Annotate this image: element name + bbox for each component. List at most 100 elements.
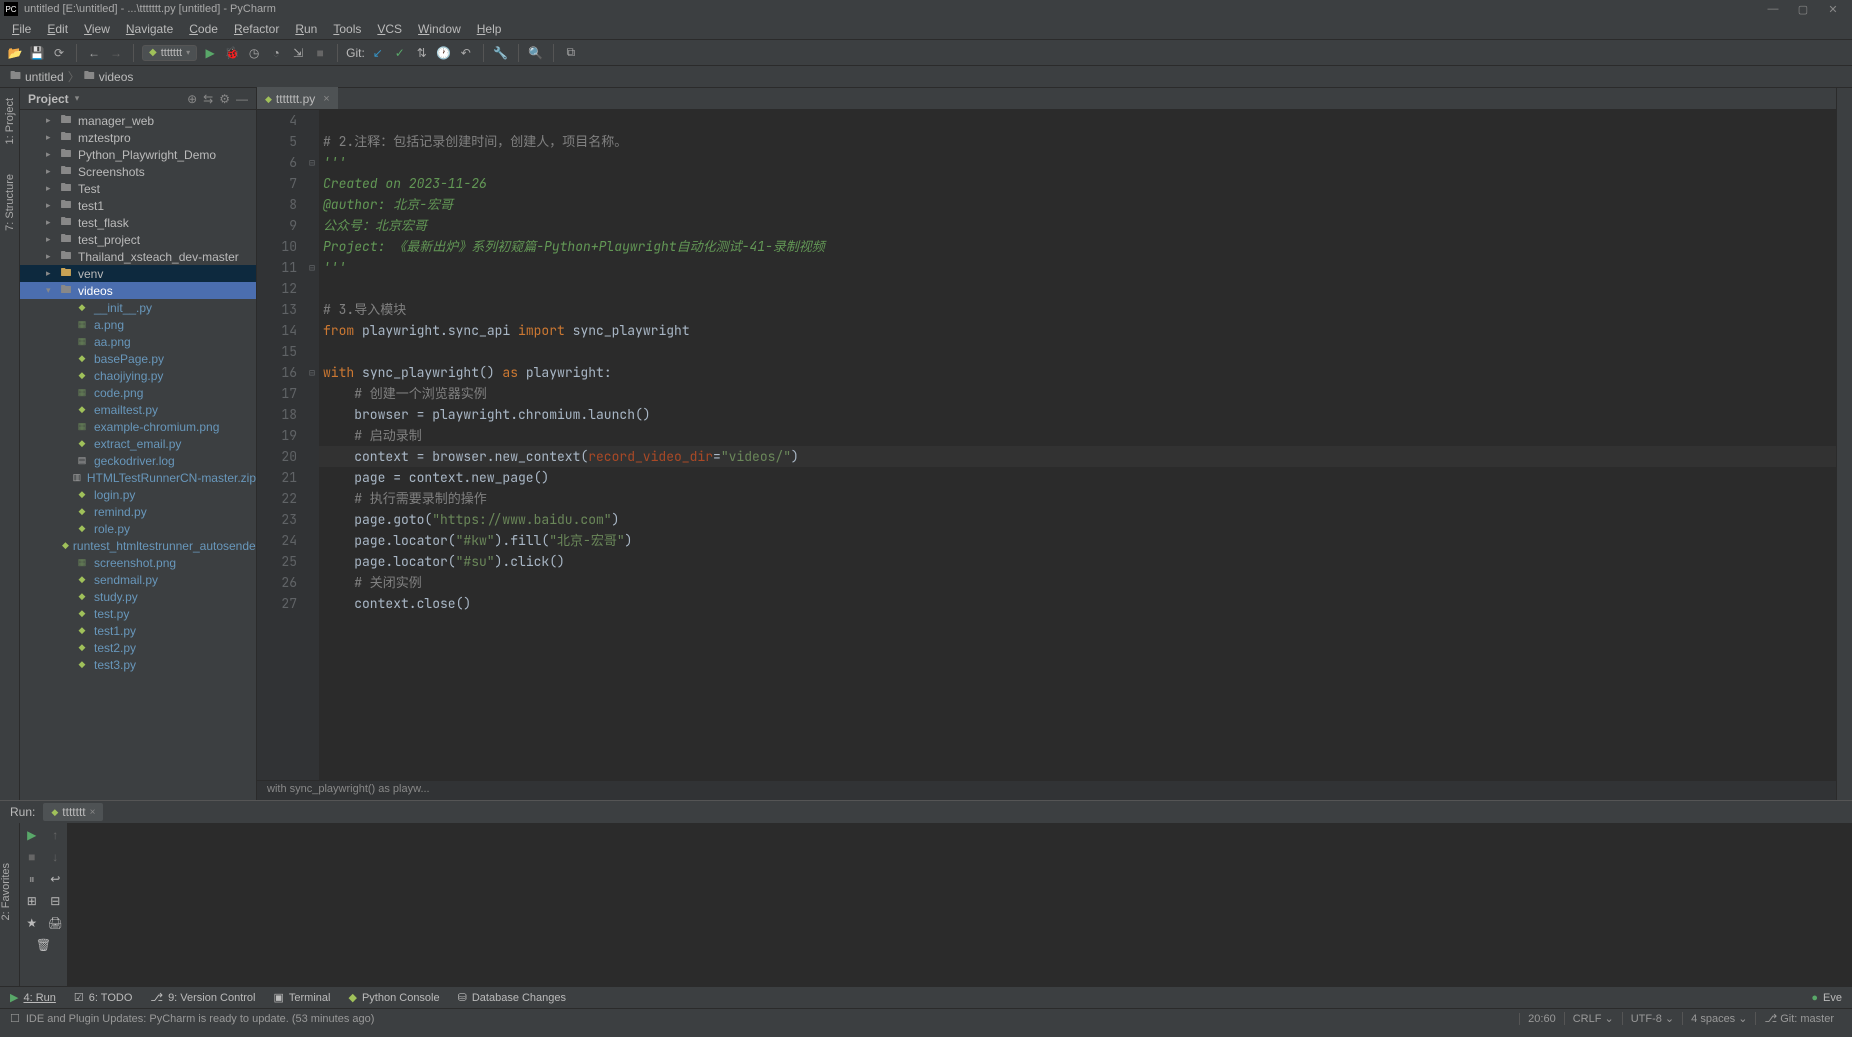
tree-item[interactable]: ◆extract_email.py — [20, 435, 256, 452]
indent-config[interactable]: 4 spaces ⌄ — [1682, 1012, 1755, 1025]
menu-navigate[interactable]: Navigate — [118, 20, 181, 38]
file-encoding[interactable]: UTF-8 ⌄ — [1622, 1012, 1682, 1025]
forward-icon[interactable]: → — [107, 44, 125, 62]
git-history-icon[interactable]: 🕐 — [435, 44, 453, 62]
tree-item[interactable]: ◆login.py — [20, 486, 256, 503]
vcs-toolwindow-button[interactable]: ⎇9: Version Control — [150, 991, 255, 1004]
menu-run[interactable]: Run — [287, 20, 325, 38]
run-output[interactable] — [68, 823, 1852, 986]
layout-icon[interactable]: ⊞ — [24, 893, 40, 909]
debug-icon[interactable]: 🐞 — [223, 44, 241, 62]
editor-breadcrumb[interactable]: with sync_playwright() as playw... — [257, 780, 1836, 800]
chevron-down-icon[interactable]: ▾ — [75, 93, 80, 104]
fold-gutter[interactable]: ⊟⊟⊟ — [305, 110, 319, 780]
up-icon[interactable]: ↑ — [48, 827, 64, 843]
menu-window[interactable]: Window — [410, 20, 469, 38]
eventlog-button[interactable]: ●Eve — [1811, 992, 1842, 1004]
tree-item[interactable]: ◆study.py — [20, 588, 256, 605]
run-icon[interactable]: ▶ — [201, 44, 219, 62]
git-compare-icon[interactable]: ⇅ — [413, 44, 431, 62]
menu-edit[interactable]: Edit — [39, 20, 76, 38]
stop-icon[interactable]: ■ — [311, 44, 329, 62]
tree-item[interactable]: ▸🖿manager_web — [20, 112, 256, 129]
tree-item[interactable]: ▸🖿Python_Playwright_Demo — [20, 146, 256, 163]
tree-item[interactable]: ▸🖿mztestpro — [20, 129, 256, 146]
git-revert-icon[interactable]: ↶ — [457, 44, 475, 62]
tree-item[interactable]: ▦code.png — [20, 384, 256, 401]
gear-icon[interactable]: ⚙ — [219, 92, 230, 106]
cursor-position[interactable]: 20:60 — [1519, 1013, 1564, 1025]
git-branch[interactable]: ⎇ Git: master — [1755, 1012, 1842, 1025]
tree-item[interactable]: ◆emailtest.py — [20, 401, 256, 418]
tree-item[interactable]: ▾🖿videos — [20, 282, 256, 299]
terminal-toolwindow-button[interactable]: ▣Terminal — [274, 991, 331, 1004]
close-tab-icon[interactable]: × — [323, 93, 329, 105]
rerun-icon[interactable]: ▶ — [24, 827, 40, 843]
tree-item[interactable]: ◆chaojiying.py — [20, 367, 256, 384]
profile-icon[interactable]: ◔ — [267, 44, 285, 62]
save-icon[interactable]: 💾 — [28, 44, 46, 62]
menu-vcs[interactable]: VCS — [369, 20, 410, 38]
tree-item[interactable]: ▦aa.png — [20, 333, 256, 350]
tree-item[interactable]: ◆test1.py — [20, 622, 256, 639]
back-icon[interactable]: ← — [85, 44, 103, 62]
status-sq-icon[interactable]: ☐ — [10, 1012, 20, 1025]
tree-item[interactable]: ▸🖿Screenshots — [20, 163, 256, 180]
softwrap-icon[interactable]: ↩ — [48, 871, 64, 887]
code-editor[interactable]: 4567891011121314151617181920212223242526… — [257, 110, 1836, 780]
coverage-icon[interactable]: ◷ — [245, 44, 263, 62]
tree-item[interactable]: ◆test.py — [20, 605, 256, 622]
settings-icon[interactable]: 🔧 — [492, 44, 510, 62]
pin-icon[interactable]: ★ — [24, 915, 40, 931]
locate-icon[interactable]: ⊕ — [187, 92, 197, 106]
run-toolwindow-button[interactable]: ▶4: Run — [10, 991, 56, 1004]
tree-item[interactable]: ◆remind.py — [20, 503, 256, 520]
pyconsole-toolwindow-button[interactable]: ◆Python Console — [348, 991, 439, 1004]
git-commit-icon[interactable]: ✓ — [391, 44, 409, 62]
run-config-selector[interactable]: ◆ ttttttt ▾ — [142, 45, 197, 61]
tree-item[interactable]: ▸🖿Thailand_xsteach_dev-master — [20, 248, 256, 265]
menu-file[interactable]: File — [4, 20, 39, 38]
open-icon[interactable]: 📂 — [6, 44, 24, 62]
menu-refactor[interactable]: Refactor — [226, 20, 287, 38]
tree-item[interactable]: ▤geckodriver.log — [20, 452, 256, 469]
tree-item[interactable]: ◆test2.py — [20, 639, 256, 656]
menu-view[interactable]: View — [76, 20, 118, 38]
search-icon[interactable]: 🔍 — [527, 44, 545, 62]
structure-icon[interactable]: ⧉ — [562, 44, 580, 62]
tree-item[interactable]: ▸🖿test_flask — [20, 214, 256, 231]
tree-item[interactable]: ▦example-chromium.png — [20, 418, 256, 435]
tree-item[interactable]: ▸🖿Test — [20, 180, 256, 197]
menu-tools[interactable]: Tools — [325, 20, 369, 38]
tree-item[interactable]: ▸🖿venv — [20, 265, 256, 282]
project-tree[interactable]: ▸🖿manager_web▸🖿mztestpro▸🖿Python_Playwri… — [20, 110, 256, 800]
menu-help[interactable]: Help — [469, 20, 510, 38]
run-tab[interactable]: ◆ ttttttt × — [43, 803, 103, 821]
tree-item[interactable]: ◆runtest_htmltestrunner_autosendemail.py — [20, 537, 256, 554]
crumb-root[interactable]: untitled — [25, 70, 64, 84]
project-toolwindow-button[interactable]: 1: Project — [4, 98, 16, 144]
tree-item[interactable]: ◆basePage.py — [20, 350, 256, 367]
expand-icon[interactable]: ⇆ — [203, 92, 213, 106]
editor-tab[interactable]: ◆ ttttttt.py × — [257, 87, 338, 109]
tree-item[interactable]: ◆role.py — [20, 520, 256, 537]
pause-icon[interactable]: ⏸ — [24, 871, 40, 887]
line-separator[interactable]: CRLF ⌄ — [1564, 1012, 1622, 1025]
structure-toolwindow-button[interactable]: 7: Structure — [4, 174, 16, 231]
git-update-icon[interactable]: ↙ — [369, 44, 387, 62]
maximize-button[interactable]: ▢ — [1788, 3, 1818, 16]
tree-item[interactable]: ▸🖿test_project — [20, 231, 256, 248]
print-icon[interactable]: 🖨 — [48, 915, 64, 931]
minimize-button[interactable]: — — [1758, 3, 1788, 15]
sync-icon[interactable]: ⟳ — [50, 44, 68, 62]
trash-icon[interactable]: 🗑 — [36, 937, 52, 953]
close-icon[interactable]: × — [90, 807, 96, 818]
tree-item[interactable]: ◆test3.py — [20, 656, 256, 673]
scroll-icon[interactable]: ⊟ — [48, 893, 64, 909]
todo-toolwindow-button[interactable]: ☑6: TODO — [74, 991, 132, 1004]
stop-icon[interactable]: ■ — [24, 849, 40, 865]
tree-item[interactable]: ◆__init__.py — [20, 299, 256, 316]
tree-item[interactable]: ▦a.png — [20, 316, 256, 333]
tree-item[interactable]: ▸🖿test1 — [20, 197, 256, 214]
tree-item[interactable]: ▦screenshot.png — [20, 554, 256, 571]
